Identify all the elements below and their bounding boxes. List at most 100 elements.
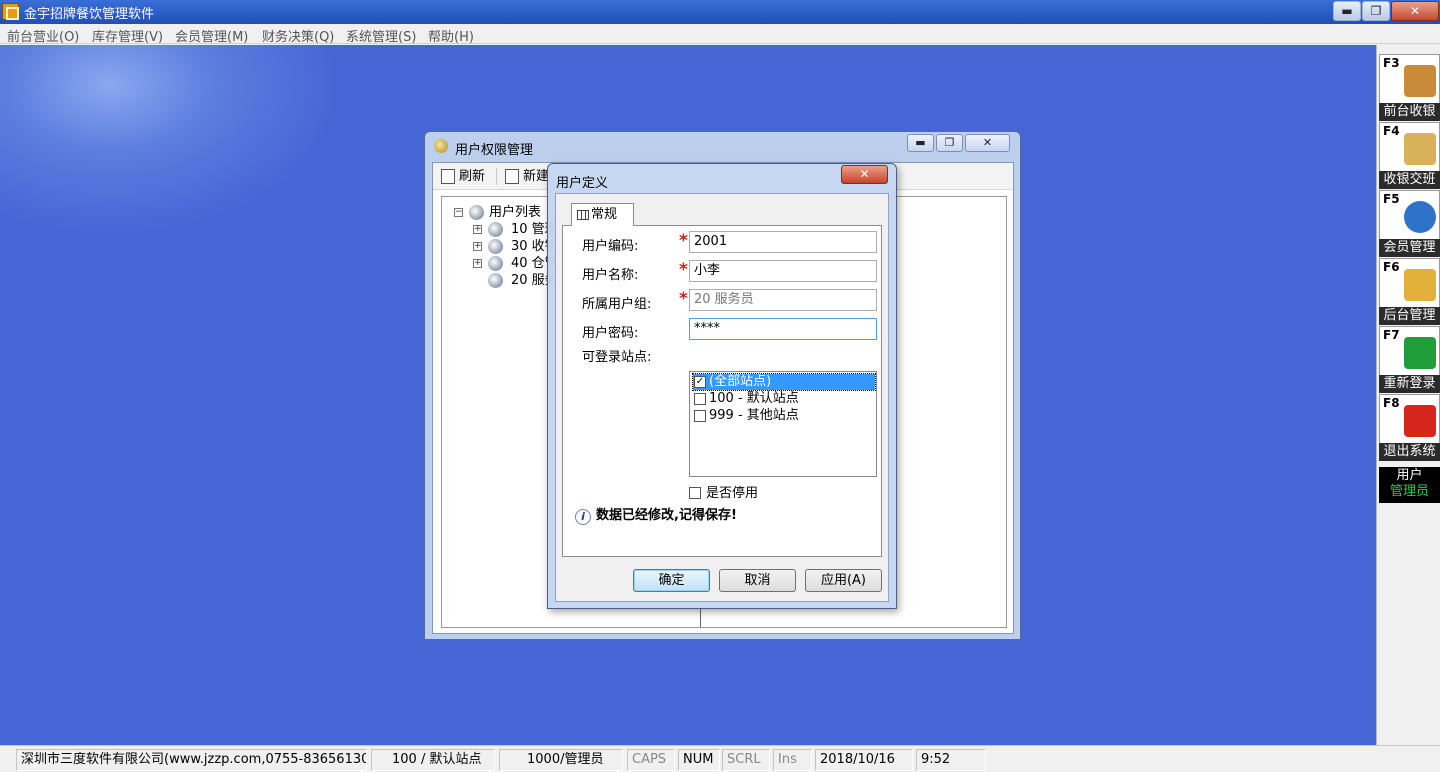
site-label: (全部站点) xyxy=(709,374,772,389)
menu-front-business[interactable]: 前台营业(O) xyxy=(7,26,79,45)
perm-window-title: 用户权限管理 xyxy=(455,143,534,158)
perm-close-button[interactable]: ✕ xyxy=(965,134,1010,152)
site-checkbox[interactable] xyxy=(694,410,706,422)
perm-maximize-button[interactable]: ❐ xyxy=(936,134,963,152)
refresh-label: 刷新 xyxy=(459,169,486,184)
expand-toggle[interactable]: + xyxy=(473,225,482,234)
status-company: 深圳市三度软件有限公司(www.jzzp.com,0755-83656130) xyxy=(16,749,367,771)
sidebar-label[interactable]: 重新登录 xyxy=(1379,375,1440,393)
tab-label: 常规 xyxy=(591,207,618,222)
site-item[interactable]: ✓ (全部站点) xyxy=(692,373,876,391)
perm-minimize-button[interactable]: ▬ xyxy=(907,134,934,152)
password-field[interactable]: **** xyxy=(689,318,877,340)
new-button[interactable]: 新建 xyxy=(503,166,549,187)
required-mark: * xyxy=(679,231,688,251)
app-titlebar: 金宇招牌餐饮管理软件 ▬ ❐ ✕ xyxy=(0,0,1440,24)
apply-button[interactable]: 应用(A) xyxy=(805,569,882,592)
toolbar-separator xyxy=(496,168,497,185)
perm-window-titlebar[interactable]: 用户权限管理 ▬ ❐ ✕ xyxy=(425,132,1020,160)
quick-sidebar: F3 前台收银 F4 收银交班 F5 会员管理 F6 后台管理 F7 重新登录 … xyxy=(1376,45,1440,745)
expand-toggle[interactable]: + xyxy=(473,259,482,268)
user-icon xyxy=(488,256,503,271)
save-reminder: i 数据已经修改,记得保存! xyxy=(575,508,737,525)
current-user-panel: 用户 管理员 xyxy=(1379,467,1440,503)
shortcut-key: F4 xyxy=(1383,124,1400,138)
tree-item[interactable]: + 10 管理 xyxy=(473,222,558,238)
shortcut-key: F5 xyxy=(1383,192,1400,206)
cashier-table-icon xyxy=(1404,65,1436,97)
site-item[interactable]: 999 - 其他站点 xyxy=(693,408,875,424)
site-checkbox[interactable] xyxy=(694,393,706,405)
menubar: 前台营业(O) 库存管理(V) 会员管理(M) 财务决策(Q) 系统管理(S) … xyxy=(0,24,1440,45)
sidebar-item-admin[interactable]: F6 xyxy=(1379,258,1440,308)
sidebar-label[interactable]: 前台收银 xyxy=(1379,103,1440,121)
members-icon xyxy=(1404,201,1436,233)
status-date: 2018/10/16 xyxy=(815,749,913,771)
minimize-button[interactable]: ▬ xyxy=(1333,1,1361,21)
sidebar-item-exit[interactable]: F8 xyxy=(1379,394,1440,444)
refresh-button[interactable]: 刷新 xyxy=(439,166,485,187)
user-group-field[interactable]: 20 服务员 xyxy=(689,289,877,311)
menu-help[interactable]: 帮助(H) xyxy=(428,26,474,45)
site-checkbox[interactable]: ✓ xyxy=(694,376,706,388)
tab-general[interactable]: 常规 xyxy=(571,203,634,226)
general-tab-panel: 用户编码: * 2001 用户名称: * 小李 所属用户组: * 20 服务员 … xyxy=(562,225,882,557)
password-label: 用户密码: xyxy=(582,326,639,341)
collapse-toggle[interactable]: − xyxy=(454,208,463,217)
user-name-field[interactable]: 小李 xyxy=(689,260,877,282)
key-icon xyxy=(434,139,448,153)
site-item[interactable]: 100 - 默认站点 xyxy=(693,391,875,407)
expand-toggle[interactable]: + xyxy=(473,242,482,251)
user-group-icon xyxy=(469,205,484,220)
user-definition-dialog: 用户定义 ✕ 常规 用户编码: * 2001 用户名称: * 小李 所属用户组:… xyxy=(547,163,897,609)
cancel-button[interactable]: 取消 xyxy=(719,569,796,592)
status-num: NUM xyxy=(678,749,720,771)
user-group-label: 所属用户组: xyxy=(582,297,652,312)
clipboard-check-icon xyxy=(1404,133,1436,165)
user-code-field[interactable]: 2001 xyxy=(689,231,877,253)
menu-finance[interactable]: 财务决策(Q) xyxy=(262,26,334,45)
statusbar: 深圳市三度软件有限公司(www.jzzp.com,0755-83656130) … xyxy=(0,745,1440,772)
login-sites-list[interactable]: ✓ (全部站点) 100 - 默认站点 999 - 其他站点 xyxy=(689,371,877,477)
app-title: 金宇招牌餐饮管理软件 xyxy=(24,7,155,22)
sidebar-label[interactable]: 后台管理 xyxy=(1379,307,1440,325)
refresh-icon xyxy=(441,169,455,184)
sidebar-item-relogin[interactable]: F7 xyxy=(1379,326,1440,376)
sidebar-item-members[interactable]: F5 xyxy=(1379,190,1440,240)
user-title: 用户 xyxy=(1396,468,1423,483)
status-site: 100 / 默认站点 xyxy=(371,749,495,771)
menu-members[interactable]: 会员管理(M) xyxy=(175,26,248,45)
sidebar-item-shift[interactable]: F4 xyxy=(1379,122,1440,172)
sidebar-label[interactable]: 收银交班 xyxy=(1379,171,1440,189)
maximize-button[interactable]: ❐ xyxy=(1362,1,1390,21)
status-time: 9:52 xyxy=(916,749,986,771)
sites-label: 可登录站点: xyxy=(582,350,652,365)
tree-item[interactable]: + 30 收银 xyxy=(473,239,558,255)
ok-button[interactable]: 确定 xyxy=(633,569,710,592)
dialog-title: 用户定义 xyxy=(556,176,609,191)
save-reminder-text: 数据已经修改,记得保存! xyxy=(596,508,737,523)
sidebar-item-cashier[interactable]: F3 xyxy=(1379,54,1440,104)
user-icon xyxy=(488,222,503,237)
shortcut-key: F6 xyxy=(1383,260,1400,274)
tree-item[interactable]: 20 服务 xyxy=(473,273,558,289)
shortcut-key: F8 xyxy=(1383,396,1400,410)
disabled-option[interactable]: 是否停用 xyxy=(689,486,758,502)
tree-item[interactable]: + 40 仓管 xyxy=(473,256,558,272)
status-caps: CAPS xyxy=(627,749,675,771)
menu-system[interactable]: 系统管理(S) xyxy=(346,26,416,45)
sidebar-label[interactable]: 退出系统 xyxy=(1379,443,1440,461)
user-icon xyxy=(488,239,503,254)
grid-icon xyxy=(577,210,589,220)
tools-folder-icon xyxy=(1404,269,1436,301)
disabled-label: 是否停用 xyxy=(706,486,759,501)
power-icon xyxy=(1404,405,1436,437)
dialog-close-button[interactable]: ✕ xyxy=(841,165,888,184)
hourglass-icon xyxy=(1404,337,1436,369)
user-code-label: 用户编码: xyxy=(582,239,639,254)
info-icon: i xyxy=(575,509,591,525)
sidebar-label[interactable]: 会员管理 xyxy=(1379,239,1440,257)
close-button[interactable]: ✕ xyxy=(1391,1,1439,21)
menu-inventory[interactable]: 库存管理(V) xyxy=(92,26,163,45)
disabled-checkbox[interactable] xyxy=(689,487,701,499)
